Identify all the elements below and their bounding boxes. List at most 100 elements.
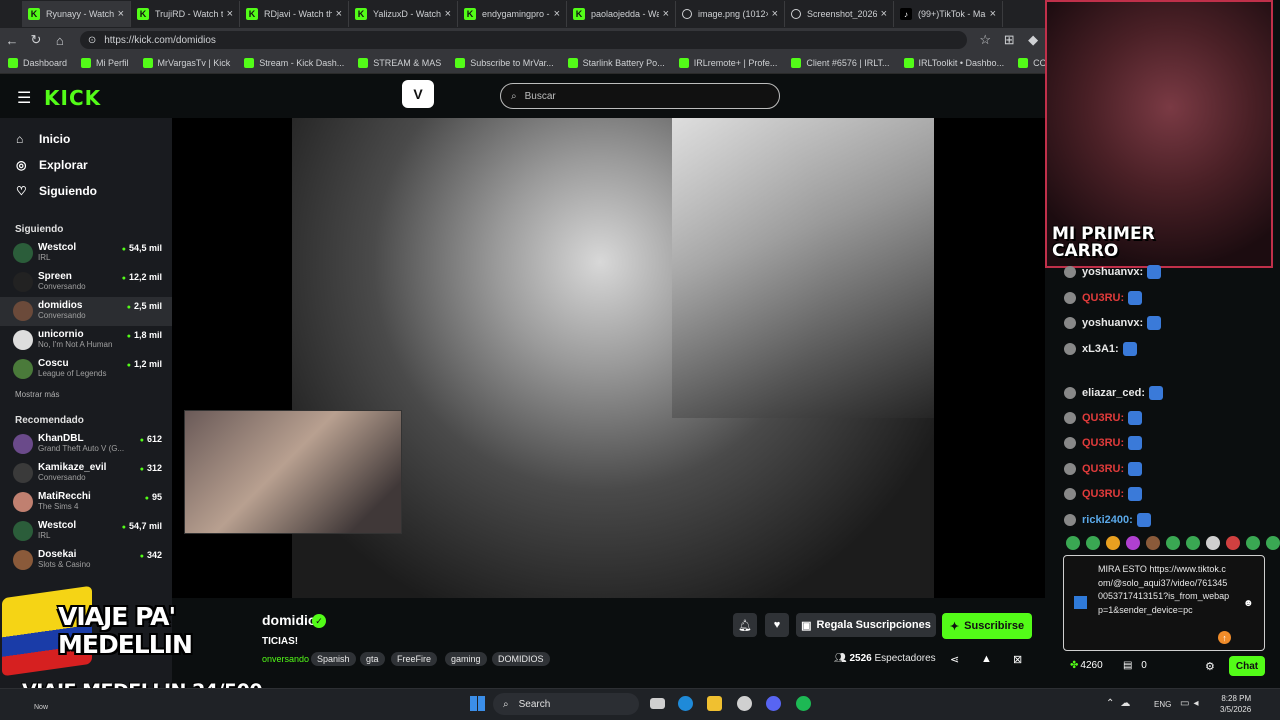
report-icon[interactable]: ▲	[981, 653, 992, 665]
emote-icon[interactable]	[1086, 536, 1100, 550]
emote-icon[interactable]	[1206, 536, 1220, 550]
emote-icon[interactable]	[1106, 536, 1120, 550]
stream-tag[interactable]: DOMIDIOS	[492, 652, 550, 666]
bookmark-item[interactable]: Stream - Kick Dash...	[244, 57, 344, 68]
emote-icon[interactable]	[1146, 536, 1160, 550]
chat-username[interactable]: ricki2400:	[1082, 514, 1133, 526]
emoji-picker-icon[interactable]: ☻	[1243, 598, 1254, 609]
channel-points[interactable]: ✤ 4260	[1070, 660, 1103, 671]
system-tray-icons[interactable]: ⌃☁	[1106, 698, 1136, 709]
obs-icon[interactable]	[737, 696, 752, 711]
browser-tab[interactable]: ♪ (99+)TikTok - Make ×	[894, 1, 1003, 27]
gift-counter[interactable]: ▤ 0	[1123, 660, 1147, 671]
emote-icon[interactable]	[1246, 536, 1260, 550]
search-input[interactable]: ⌕ Buscar	[500, 83, 780, 109]
channel-item[interactable]: unicornioNo, I'm Not A Human1,8 mil	[0, 326, 172, 355]
show-more-link[interactable]: Mostrar más	[0, 390, 172, 399]
browser-tab[interactable]: K Ryunayy - Watch the ×	[22, 1, 131, 27]
chat-username[interactable]: yoshuanvx:	[1082, 266, 1143, 278]
bookmark-item[interactable]: Dashboard	[8, 57, 67, 68]
browser-tab[interactable]: K YalizuxD - Watch the ×	[349, 1, 458, 27]
extensions-icon[interactable]: ⊞	[997, 32, 1021, 48]
kick-extension-icon[interactable]: ◆	[1021, 32, 1045, 48]
url-field[interactable]: ⊙ https://kick.com/domidios	[79, 31, 968, 49]
stream-tag[interactable]: FreeFire	[391, 652, 438, 666]
browser-tab[interactable]: Kendygamingpro - W ×	[458, 1, 567, 27]
nav-item-inicio[interactable]: ⌂ Inicio	[0, 126, 172, 152]
chat-username[interactable]: QU3RU:	[1082, 412, 1124, 424]
bookmark-item[interactable]: MrVargasTv | Kick	[142, 57, 230, 68]
network-volume-icons[interactable]: ▭◂	[1180, 698, 1202, 709]
stream-tag[interactable]: Spanish	[311, 652, 356, 666]
emote-icon[interactable]	[1166, 536, 1180, 550]
spotify-icon[interactable]	[796, 696, 811, 711]
subscribe-button[interactable]: ✦ Suscribirse	[942, 613, 1032, 639]
follow-heart-icon[interactable]: ♥	[765, 613, 789, 637]
browser-tab[interactable]: K TrujiRD - Watch the ×	[131, 1, 240, 27]
gift-subs-button[interactable]: ▣ Regala Suscripciones	[796, 613, 936, 637]
windows-start-icon[interactable]	[470, 696, 485, 711]
channel-item[interactable]: WestcolIRL54,7 mil	[0, 517, 172, 546]
stream-tag[interactable]: gaming	[445, 652, 487, 666]
clip-icon[interactable]: ⊠	[1013, 653, 1022, 666]
close-tab-icon[interactable]: ×	[227, 8, 233, 20]
bookmark-item[interactable]: IRLToolkit • Dashbo...	[903, 57, 1004, 68]
stream-tag[interactable]: gta	[360, 652, 385, 666]
browser-tab[interactable]: image.png (1012×7 ×	[676, 1, 785, 27]
discord-icon[interactable]	[766, 696, 781, 711]
close-tab-icon[interactable]: ×	[881, 8, 887, 20]
emote-icon[interactable]	[1066, 536, 1080, 550]
v-logo-icon[interactable]: V	[402, 80, 434, 108]
emote-icon[interactable]	[1226, 536, 1240, 550]
emote-icon[interactable]	[1266, 536, 1280, 550]
clock[interactable]: 8:28 PM 3/5/2026	[1220, 693, 1251, 715]
bookmark-item[interactable]: Client #6576 | IRLT...	[791, 57, 890, 68]
channel-item[interactable]: CoscuLeague of Legends1,2 mil	[0, 355, 172, 384]
emote-icon[interactable]	[1186, 536, 1200, 550]
menu-icon[interactable]: ☰	[17, 88, 31, 108]
browser-tab[interactable]: K RDjavi - Watch the V ×	[240, 1, 349, 27]
nav-item-explorar[interactable]: ◎ Explorar	[0, 152, 172, 178]
channel-item[interactable]: MatiRecchiThe Sims 495	[0, 488, 172, 517]
video-player[interactable]	[172, 118, 1045, 598]
send-arrow-icon[interactable]: ↑	[1218, 631, 1231, 644]
channel-item[interactable]: domidiosConversando2,5 mil	[0, 297, 172, 326]
share-icon[interactable]: ⋖	[950, 653, 959, 666]
channel-item[interactable]: WestcolIRL54,5 mil	[0, 239, 172, 268]
chat-username[interactable]: QU3RU:	[1082, 292, 1124, 304]
file-explorer-icon[interactable]	[707, 696, 722, 711]
chat-username[interactable]: QU3RU:	[1082, 437, 1124, 449]
star-icon[interactable]: ☆	[973, 32, 997, 48]
close-tab-icon[interactable]: ×	[772, 8, 778, 20]
close-tab-icon[interactable]: ×	[554, 8, 560, 20]
browser-tab[interactable]: Kpaolaojedda - Watc ×	[567, 1, 676, 27]
notifications-bell-icon[interactable]: 🔔︎	[733, 613, 757, 637]
chat-settings-icon[interactable]: ⚙	[1205, 660, 1215, 673]
close-tab-icon[interactable]: ×	[118, 8, 124, 20]
kick-logo[interactable]: KICK	[44, 86, 101, 110]
emote-icon[interactable]	[1126, 536, 1140, 550]
nav-item-siguiendo[interactable]: ♡ Siguiendo	[0, 178, 172, 204]
bookmark-item[interactable]: CONTADOR	[1018, 57, 1045, 68]
chat-username[interactable]: QU3RU:	[1082, 463, 1124, 475]
stream-category[interactable]: onversando	[262, 654, 309, 664]
bookmark-item[interactable]: STREAM & MAS	[358, 57, 441, 68]
close-tab-icon[interactable]: ×	[336, 8, 342, 20]
chat-username[interactable]: xL3A1:	[1082, 343, 1119, 355]
edge-icon[interactable]	[678, 696, 693, 711]
close-tab-icon[interactable]: ×	[990, 8, 996, 20]
site-info-icon[interactable]: ⊙	[88, 35, 96, 46]
chat-username[interactable]: eliazar_ced:	[1082, 387, 1145, 399]
language-indicator[interactable]: ENG	[1154, 700, 1171, 709]
reload-icon[interactable]: ↻	[24, 32, 48, 48]
bookmark-item[interactable]: IRLremote+ | Profe...	[678, 57, 777, 68]
chat-username[interactable]: yoshuanvx:	[1082, 317, 1143, 329]
chat-username[interactable]: QU3RU:	[1082, 488, 1124, 500]
channel-item[interactable]: SpreenConversando12,2 mil	[0, 268, 172, 297]
browser-tab[interactable]: Screenshot_2026-03 ×	[785, 1, 894, 27]
taskbar-search[interactable]: ⌕ Search	[493, 693, 639, 715]
channel-item[interactable]: Kamikaze_evilConversando312	[0, 459, 172, 488]
bookmark-item[interactable]: Mi Perfil	[81, 57, 129, 68]
channel-item[interactable]: DosekaiSlots & Casino342	[0, 546, 172, 575]
emote-bar[interactable]	[1066, 536, 1280, 550]
